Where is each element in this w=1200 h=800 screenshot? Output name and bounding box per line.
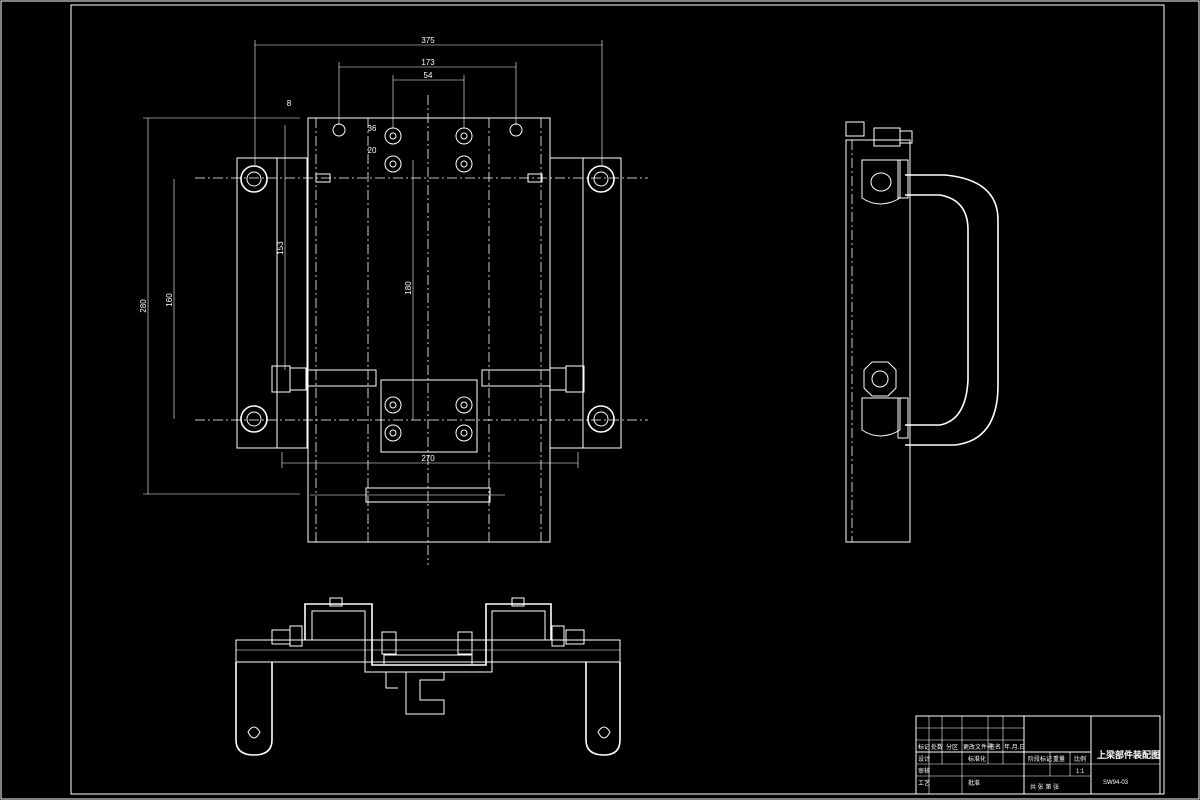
hole [332,123,346,137]
bolt-hole [455,127,473,145]
front-view: 375 173 54 8 36 20 280 160 153 180 270 [139,36,648,565]
lower-nut [863,361,897,397]
standard-label: 标准化 [968,755,986,763]
dim-small-b: 20 [368,146,377,155]
upper-frame [304,603,552,666]
process-label: 工艺 [918,779,930,787]
left-arm [236,157,278,449]
left-tie-rod [305,369,377,387]
rev-header-6: 年.月.日 [1004,743,1025,751]
drawing-number: SW94-03 [1103,780,1129,786]
title-block: 标记 处数 分区 更改文件号 签名 年.月.日 设计 标准化 审核 工艺 批准 … [915,715,1161,795]
bolt-hole [455,155,473,173]
side-plate [845,139,911,543]
rev-header-2: 处数 [931,743,943,751]
dim-overall-height: 280 [139,299,148,313]
right-top-pivot [587,165,615,193]
review-label: 审核 [918,767,930,775]
rev-header-3: 分区 [946,743,958,751]
left-nut [271,365,291,393]
dim-left-mid: 153 [276,241,285,255]
center-profile [405,672,445,715]
upper-clamp [861,159,901,205]
side-view [845,121,999,543]
dim-small-a: 36 [368,124,377,133]
dim-top-offset: 8 [287,99,292,108]
approve-label: 批准 [968,779,980,787]
left-bottom-pivot [240,405,268,433]
dim-overall-width: 375 [421,36,435,45]
bolt-hole [384,127,402,145]
assembly-drawing: 375 173 54 8 36 20 280 160 153 180 270 标… [0,0,1200,800]
left-hanger [235,662,273,756]
dim-hole-pitch: 54 [424,71,433,80]
dim-inner-height: 160 [165,293,174,307]
scale-value: 1:1 [1076,769,1085,775]
drawing-frame [70,4,1165,795]
scale-header: 比例 [1074,755,1086,763]
handle [905,174,999,446]
weight-header: 重量 [1053,755,1065,763]
base-bar [235,639,621,663]
right-hanger [585,662,621,756]
bolt-hole [384,155,402,173]
outer-border [0,0,1200,800]
rev-header-1: 标记 [918,743,930,751]
right-nut [565,365,585,393]
dim-bottom-span: 270 [421,454,435,463]
design-label: 设计 [918,755,930,763]
dim-upper-span: 173 [421,58,435,67]
right-arm [582,157,622,449]
left-top-pivot [240,165,268,193]
top-view [235,597,621,756]
drawing-title: 上梁部件装配图 [1097,749,1160,760]
sheet-info: 共 张 第 张 [1030,783,1059,791]
dim-center-height: 180 [404,281,413,295]
hole [509,123,523,137]
right-bottom-pivot [587,405,615,433]
rev-header-5: 签名 [989,743,1001,751]
top-fitting [873,127,901,147]
lower-clamp [861,397,901,437]
stage-header: 阶段标记 [1028,755,1052,763]
right-tie-rod [481,369,551,387]
main-plate [307,117,551,543]
